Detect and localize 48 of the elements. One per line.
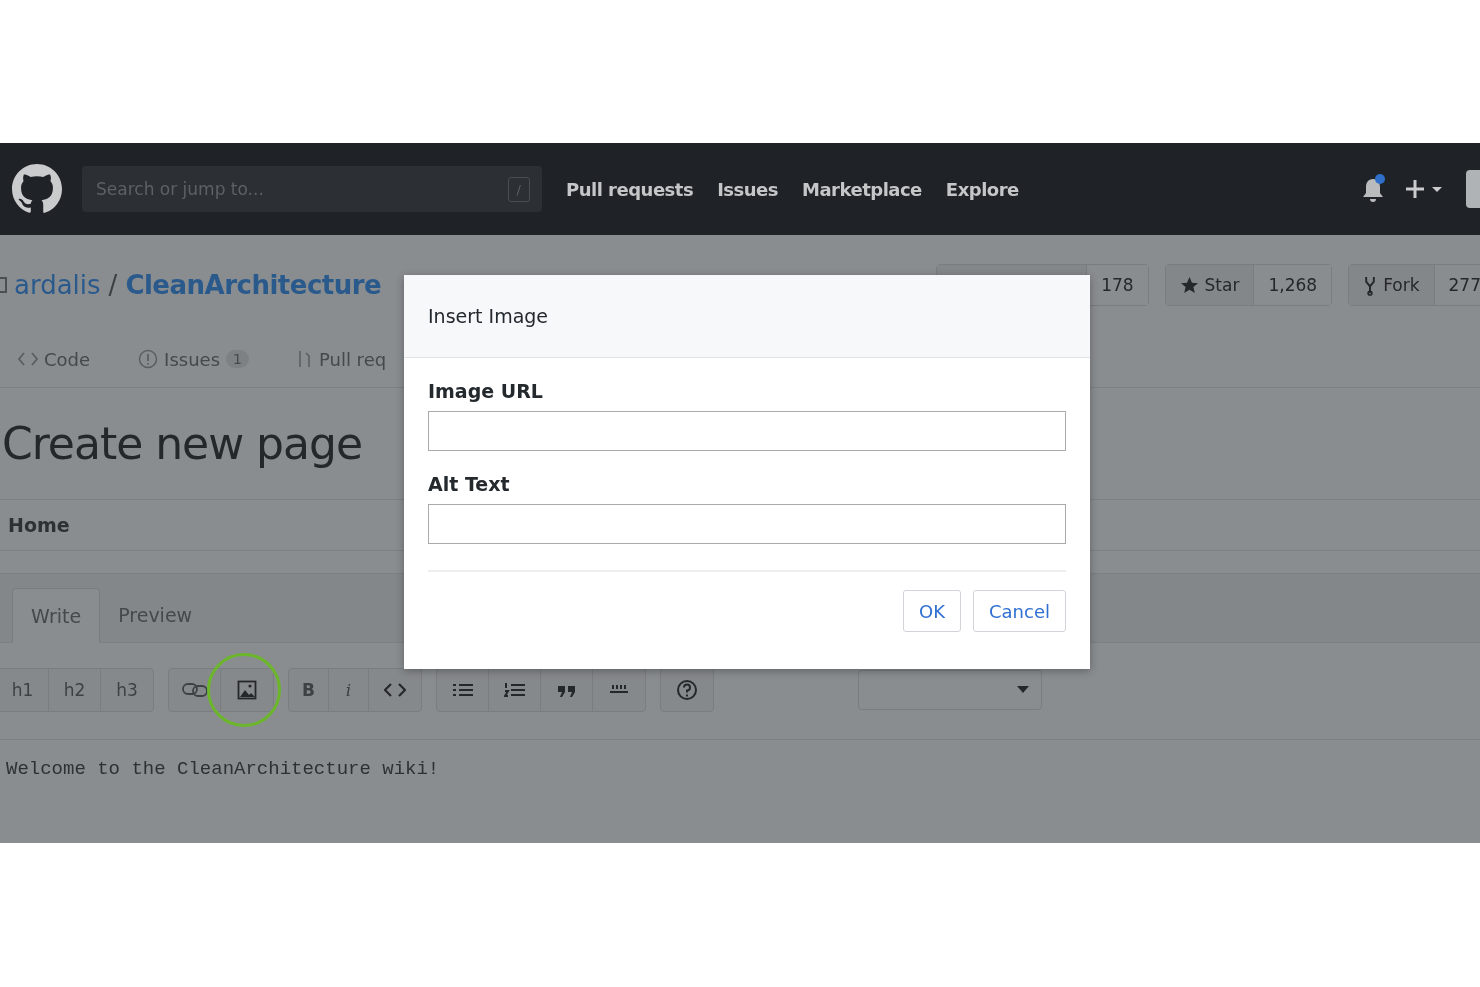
quote-icon <box>556 683 577 697</box>
cat-logo-icon[interactable] <box>12 164 62 214</box>
editor-text[interactable]: Welcome to the CleanArchitecture wiki! <box>0 740 1480 780</box>
count-label[interactable]: 1,268 <box>1254 265 1332 305</box>
fork-icon <box>1363 274 1378 296</box>
count-badge: 1 <box>226 350 249 368</box>
fork-button[interactable]: Fork <box>1349 265 1435 305</box>
heading-button[interactable]: h1 <box>0 669 49 711</box>
nav-link[interactable]: Issues <box>717 178 778 200</box>
page-heading: Create new page <box>2 418 362 469</box>
star-icon <box>1179 275 1199 295</box>
editor-tab[interactable]: Preview <box>100 588 211 642</box>
field-label: Alt Text <box>428 473 511 495</box>
repo-tab[interactable]: Pull req <box>296 348 387 370</box>
repo-tab[interactable]: Issues 1 <box>138 348 249 370</box>
count-label[interactable]: 277 <box>1434 265 1480 305</box>
nav-link[interactable]: Explore <box>945 178 1019 200</box>
cancel-button[interactable]: Cancel <box>973 590 1066 632</box>
code-icon <box>384 683 406 697</box>
heading-button[interactable]: h2 <box>49 669 101 711</box>
input-field[interactable] <box>428 504 1066 544</box>
dialog-title: Insert Image <box>428 305 549 327</box>
info-circle-icon <box>138 349 159 369</box>
code-icon <box>18 352 38 366</box>
nav-link[interactable]: Pull requests <box>566 178 694 200</box>
nav-link[interactable]: Marketplace <box>802 178 922 200</box>
bell-icon[interactable] <box>1360 174 1386 204</box>
count-label[interactable]: 178 <box>1087 265 1148 305</box>
numbered-list-icon <box>503 682 526 698</box>
image-icon <box>237 680 257 700</box>
repo-name-link[interactable]: CleanArchitecture <box>125 270 382 300</box>
repo-owner-link[interactable]: ardalis <box>14 270 101 300</box>
help-icon <box>676 679 698 701</box>
editor-tab[interactable]: Write <box>12 588 101 643</box>
caret-icon <box>1017 686 1029 694</box>
field-label: Image URL <box>428 380 544 402</box>
input-field[interactable] <box>428 411 1066 451</box>
path-separator: / <box>108 270 118 300</box>
ok-button[interactable]: OK <box>903 590 961 632</box>
format-button[interactable]: B <box>289 669 329 711</box>
star-button[interactable]: Star <box>1165 265 1255 305</box>
repo-tab[interactable]: Code <box>18 348 91 370</box>
link-icon <box>181 682 208 698</box>
format-button[interactable]: i <box>329 669 369 711</box>
list-icon <box>451 682 474 698</box>
shortcut-key: / <box>507 176 530 202</box>
heading-button[interactable]: h3 <box>101 669 153 711</box>
pull-request-icon <box>296 349 313 369</box>
